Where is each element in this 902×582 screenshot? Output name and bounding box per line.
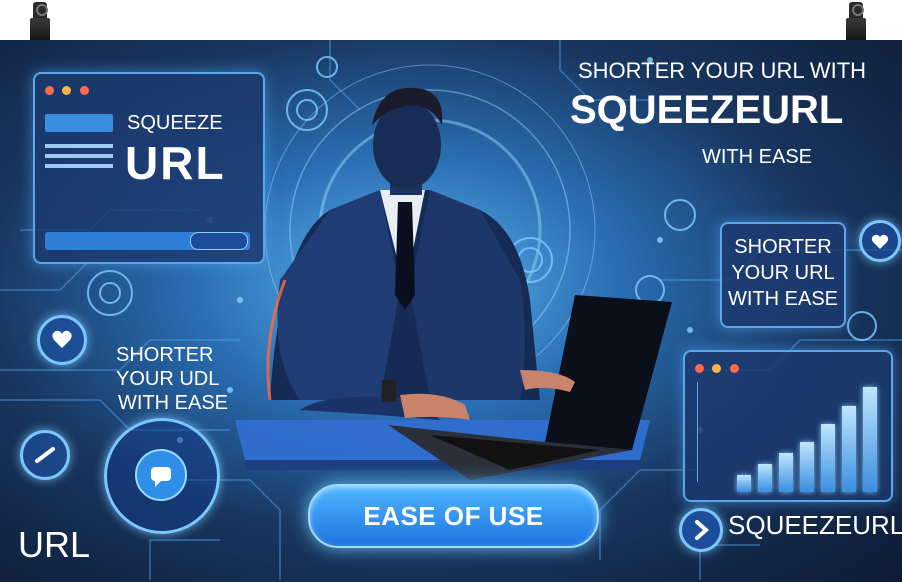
- analytics-card: [683, 350, 893, 502]
- chart-bar: [758, 464, 772, 492]
- shorter-url-card: SHORTER YOUR URL WITH EASE: [720, 222, 846, 328]
- right-card-line1: SHORTER: [734, 236, 832, 258]
- left-text-line2: YOUR UDL: [116, 368, 220, 390]
- chart-bar: [800, 442, 814, 492]
- chart-window-controls: [695, 360, 743, 378]
- hero-block: [45, 114, 113, 132]
- chart-bar: [779, 453, 793, 492]
- url-label: URL: [18, 524, 91, 565]
- link-icon[interactable]: [20, 430, 70, 480]
- heart-icon[interactable]: [859, 220, 901, 262]
- chart-bar: [821, 424, 835, 492]
- heading-line1: SHORTER YOUR URL WITH: [578, 58, 867, 83]
- card-button[interactable]: [190, 232, 248, 250]
- minimize-dot-icon: [62, 86, 72, 95]
- chart-bar: [863, 387, 877, 492]
- right-card-line2: YOUR URL: [731, 262, 835, 284]
- bar-chart: [737, 380, 885, 492]
- promo-banner: SQUEEZE URL SHORTER YOUR URL WITH SQUEEZ…: [0, 40, 902, 582]
- chat-ring-icon: [104, 418, 220, 534]
- heading-line3: WITH EASE: [702, 146, 813, 168]
- chart-bar: [842, 406, 856, 492]
- brand-small-text: SQUEEZE: [127, 112, 223, 134]
- chart-bar: [737, 475, 751, 492]
- maximize-dot-icon: [79, 86, 89, 95]
- heart-message-icon[interactable]: [37, 315, 87, 365]
- window-controls: [45, 82, 93, 100]
- squeezeurl-label: SQUEEZEURL: [728, 510, 902, 540]
- right-card-line3: WITH EASE: [727, 288, 838, 310]
- squeeze-url-card: SQUEEZE URL: [33, 72, 265, 264]
- left-text-line3: WITH EASE: [118, 392, 229, 414]
- left-text-line1: SHORTER: [116, 344, 214, 366]
- chevron-right-icon[interactable]: [679, 508, 723, 552]
- close-dot-icon: [45, 86, 54, 95]
- brand-large-text: URL: [125, 137, 226, 189]
- ease-of-use-button[interactable]: EASE OF USE: [308, 484, 599, 548]
- heading-brand: SQUEEZEURL: [570, 88, 844, 132]
